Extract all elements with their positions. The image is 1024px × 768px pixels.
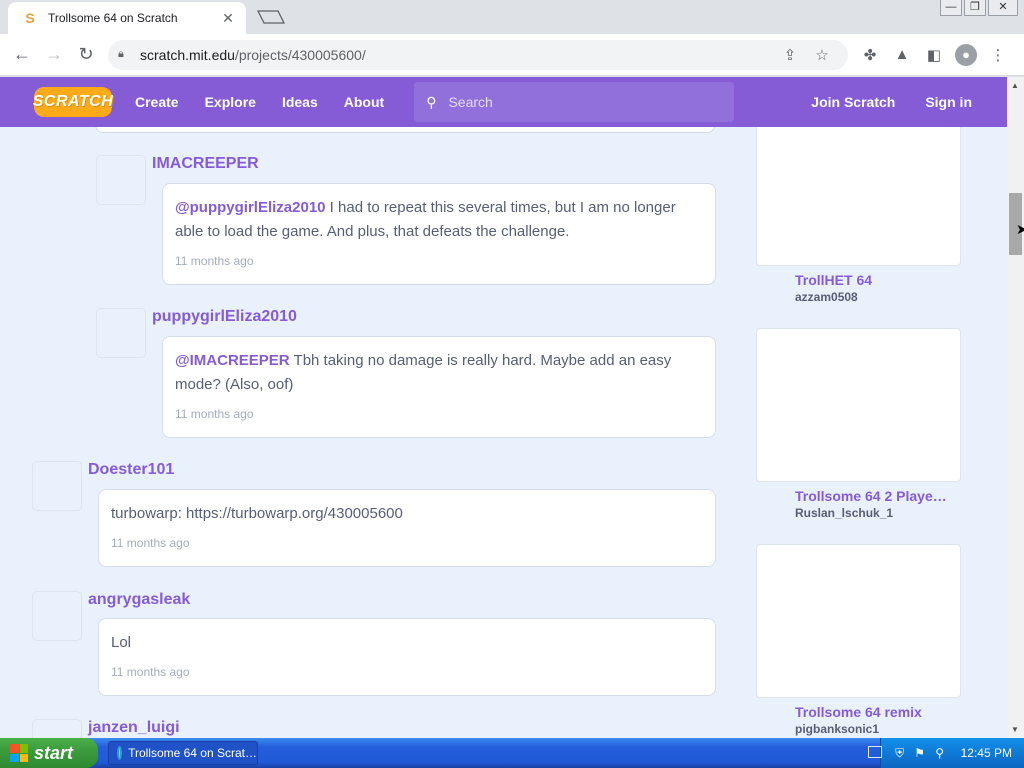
tab-title: Trollsome 64 on Scratch [48, 11, 178, 25]
search-icon: ⚲ [426, 93, 437, 110]
comment-text: @IMACREEPER Tbh taking no damage is real… [175, 349, 703, 397]
menu-kebab-icon[interactable]: ⋮ [982, 39, 1014, 71]
scroll-up-icon[interactable]: ▲ [1011, 81, 1019, 90]
remix-author[interactable]: Ruslan_lschuk_1 [795, 506, 893, 520]
scratch-logo[interactable]: SCRATCH [33, 87, 113, 117]
remix-title[interactable]: TrollHET 64 [795, 272, 872, 288]
new-tab-icon[interactable] [256, 9, 286, 25]
comment-username[interactable]: Doester101 [88, 461, 174, 479]
url-path: /projects/430005600/ [234, 46, 366, 63]
mouse-cursor-icon: ➤ [1016, 221, 1024, 237]
profile-avatar[interactable]: ● [950, 39, 982, 71]
remix-thumbnail[interactable] [756, 328, 961, 482]
avatar[interactable] [32, 719, 82, 738]
taskbar-window-button[interactable]: Trollsome 64 on Scrat… [108, 741, 258, 765]
remix-thumbnail[interactable] [756, 544, 961, 698]
remix-title[interactable]: Trollsome 64 2 Playe… [795, 488, 947, 504]
keyboard-icon[interactable] [868, 746, 882, 758]
avatar[interactable] [96, 155, 146, 205]
search-input[interactable] [448, 94, 709, 110]
extension-area: ✤ ▲ ◧ ● ⋮ [854, 39, 1014, 71]
clock[interactable]: 12:45 PM [961, 746, 1012, 760]
remix-author[interactable]: pigbanksonic1 [795, 722, 879, 736]
browser-toolbar: ← → ↻ 🔒︎ scratch.mit.edu/projects/430005… [0, 34, 1024, 76]
address-bar[interactable]: 🔒︎ scratch.mit.edu/projects/430005600/ ⇪… [108, 39, 848, 70]
chrome-icon [117, 746, 123, 760]
nav-explore[interactable]: Explore [192, 94, 269, 110]
taskbar-window-title: Trollsome 64 on Scrat… [128, 746, 257, 760]
page-viewport: IMACREEPER @puppygirlEliza2010 I had to … [0, 77, 1024, 738]
url-domain: scratch.mit.edu [140, 46, 235, 63]
comment-bubble: Lol 11 months ago [98, 618, 716, 696]
avatar[interactable] [32, 461, 82, 511]
nav-create[interactable]: Create [122, 94, 192, 110]
scratch-navbar: SCRATCH Create Explore Ideas About ⚲ Joi… [0, 77, 1007, 127]
remix-author[interactable]: azzam0508 [795, 290, 858, 304]
join-scratch-link[interactable]: Join Scratch [796, 94, 910, 110]
close-window-icon[interactable]: ✕ [988, 0, 1018, 16]
url-text[interactable]: scratch.mit.edu/projects/430005600/ [140, 47, 774, 63]
lock-icon: 🔒︎ [118, 48, 124, 60]
restore-icon[interactable]: ❐ [964, 0, 986, 16]
mention-link[interactable]: @IMACREEPER [175, 352, 290, 369]
comment-bubble: @IMACREEPER Tbh taking no damage is real… [162, 336, 716, 438]
browser-tab[interactable]: S Trollsome 64 on Scratch ✕ [8, 2, 246, 34]
bookmark-star-icon[interactable]: ☆ [806, 46, 838, 64]
comment-text: turbowarp: https://turbowarp.org/4300056… [111, 505, 403, 522]
search-box[interactable]: ⚲ [414, 82, 735, 122]
comment-text: Lol [111, 634, 132, 651]
start-button[interactable]: start [0, 738, 98, 768]
sign-in-link[interactable]: Sign in [910, 94, 987, 110]
system-tray: ⛨ ⚑ ⚲ 12:45 PM [879, 738, 1024, 768]
minimize-icon[interactable]: — [940, 0, 962, 16]
comment-bubble: turbowarp: https://turbowarp.org/4300056… [98, 489, 716, 567]
scratch-favicon-icon: S [25, 10, 35, 26]
comment-username[interactable]: janzen_luigi [88, 719, 180, 737]
page-scrollbar[interactable]: ▲ ▼ [1007, 77, 1024, 738]
comment-bubble: @puppygirlEliza2010 I had to repeat this… [162, 183, 716, 285]
nav-account: Join Scratch Sign in [796, 94, 987, 110]
search-tray-icon[interactable]: ⚲ [933, 746, 947, 760]
lab-flask-icon[interactable]: ▲ [886, 39, 918, 71]
remix-thumbnail[interactable] [756, 111, 961, 266]
comment-username[interactable]: angrygasleak [88, 591, 190, 609]
comment-time: 11 months ago [175, 254, 254, 268]
tab-close-icon[interactable]: ✕ [220, 10, 236, 26]
comment-username[interactable]: IMACREEPER [152, 155, 259, 173]
mention-link[interactable]: @puppygirlEliza2010 [175, 199, 326, 216]
comment-username[interactable]: puppygirlEliza2010 [152, 308, 297, 326]
network-icon[interactable]: ⚑ [913, 746, 927, 760]
scroll-down-icon[interactable]: ▼ [1011, 725, 1019, 734]
nav-about[interactable]: About [331, 94, 397, 110]
nav-ideas[interactable]: Ideas [269, 94, 331, 110]
avatar[interactable] [32, 591, 82, 641]
share-icon[interactable]: ⇪ [774, 46, 806, 64]
windows-flag-icon [10, 744, 28, 762]
reload-icon[interactable]: ↻ [70, 39, 102, 71]
comment-time: 11 months ago [111, 665, 190, 679]
browser-tab-strip: S Trollsome 64 on Scratch ✕ — ❐ ✕ [0, 0, 1024, 34]
remix-title[interactable]: Trollsome 64 remix [795, 704, 922, 720]
comment-time: 11 months ago [175, 407, 254, 421]
forward-arrow-icon[interactable]: → [38, 39, 70, 71]
extensions-puzzle-icon[interactable]: ✤ [854, 39, 886, 71]
shield-icon[interactable]: ⛨ [893, 746, 907, 760]
window-controls: — ❐ ✕ [940, 0, 1018, 16]
comment-time: 11 months ago [111, 536, 190, 550]
start-label: start [34, 742, 74, 763]
avatar[interactable] [96, 308, 146, 358]
side-panel-icon[interactable]: ◧ [918, 39, 950, 71]
back-arrow-icon[interactable]: ← [6, 39, 38, 71]
comment-text: @puppygirlEliza2010 I had to repeat this… [175, 196, 703, 244]
person-icon: ● [955, 43, 977, 66]
